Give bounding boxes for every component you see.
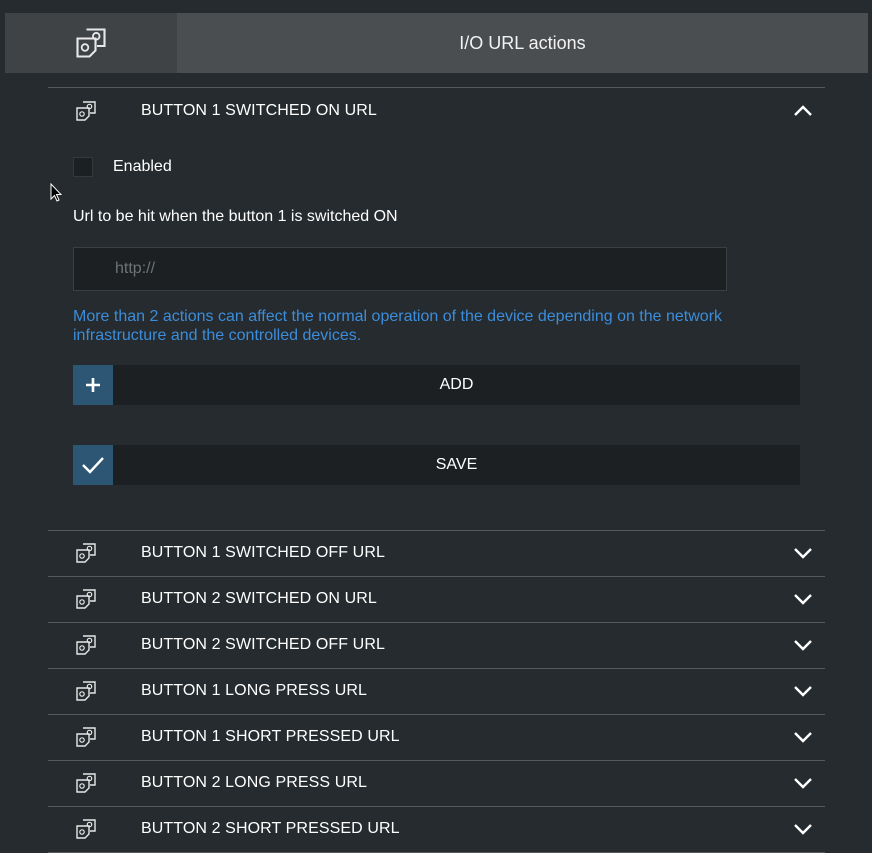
url-input[interactable] bbox=[73, 247, 727, 291]
checkmark-icon bbox=[73, 445, 113, 485]
chevron-down-icon[interactable] bbox=[793, 636, 813, 654]
io-device-icon bbox=[74, 541, 98, 565]
warning-text: More than 2 actions can affect the norma… bbox=[73, 308, 723, 344]
enabled-label: Enabled bbox=[113, 158, 172, 175]
io-device-icon bbox=[74, 771, 98, 795]
section-title: BUTTON 1 LONG PRESS URL bbox=[141, 682, 368, 699]
section-header-button2-long[interactable]: BUTTON 2 LONG PRESS URL bbox=[48, 760, 825, 806]
io-device-icon bbox=[74, 679, 98, 703]
page-title: I/O URL actions bbox=[459, 32, 586, 53]
io-device-icon bbox=[74, 725, 98, 749]
section-header-button1-short[interactable]: BUTTON 1 SHORT PRESSED URL bbox=[48, 714, 825, 760]
save-button-label: SAVE bbox=[435, 456, 478, 473]
section-header-button1-long[interactable]: BUTTON 1 LONG PRESS URL bbox=[48, 668, 825, 714]
io-device-icon bbox=[72, 25, 110, 61]
section-title: BUTTON 2 SWITCHED ON URL bbox=[141, 590, 377, 607]
section-title: BUTTON 1 SHORT PRESSED URL bbox=[141, 728, 400, 745]
io-device-icon bbox=[74, 99, 98, 123]
page-header: I/O URL actions bbox=[5, 13, 868, 73]
section-header-button1-off[interactable]: BUTTON 1 SWITCHED OFF URL bbox=[48, 530, 825, 576]
chevron-down-icon[interactable] bbox=[793, 774, 813, 792]
section-title: BUTTON 1 SWITCHED ON URL bbox=[141, 102, 377, 119]
enabled-checkbox[interactable] bbox=[73, 157, 93, 177]
section-header-button2-on[interactable]: BUTTON 2 SWITCHED ON URL bbox=[48, 576, 825, 622]
section-header-button1-on[interactable]: BUTTON 1 SWITCHED ON URL bbox=[48, 88, 825, 134]
chevron-down-icon[interactable] bbox=[793, 820, 813, 838]
section-title: BUTTON 1 SWITCHED OFF URL bbox=[141, 544, 385, 561]
io-device-icon bbox=[74, 633, 98, 657]
add-button-label: ADD bbox=[439, 376, 474, 393]
chevron-down-icon[interactable] bbox=[793, 728, 813, 746]
chevron-up-icon[interactable] bbox=[793, 102, 813, 120]
io-device-icon bbox=[74, 587, 98, 611]
mouse-cursor-icon bbox=[50, 183, 62, 202]
chevron-down-icon[interactable] bbox=[793, 682, 813, 700]
io-device-icon bbox=[74, 817, 98, 841]
add-button[interactable]: ADD bbox=[73, 365, 800, 405]
chevron-down-icon[interactable] bbox=[793, 544, 813, 562]
chevron-down-icon[interactable] bbox=[793, 590, 813, 608]
header-icon-box bbox=[5, 13, 177, 73]
section-title: BUTTON 2 LONG PRESS URL bbox=[141, 774, 368, 791]
section-title: BUTTON 2 SHORT PRESSED URL bbox=[141, 820, 400, 837]
save-button[interactable]: SAVE bbox=[73, 445, 800, 485]
url-label: Url to be hit when the button 1 is switc… bbox=[73, 208, 398, 225]
section-title: BUTTON 2 SWITCHED OFF URL bbox=[141, 636, 385, 653]
plus-icon bbox=[73, 365, 113, 405]
section-header-button2-short[interactable]: BUTTON 2 SHORT PRESSED URL bbox=[48, 806, 825, 852]
section-header-button2-off[interactable]: BUTTON 2 SWITCHED OFF URL bbox=[48, 622, 825, 668]
